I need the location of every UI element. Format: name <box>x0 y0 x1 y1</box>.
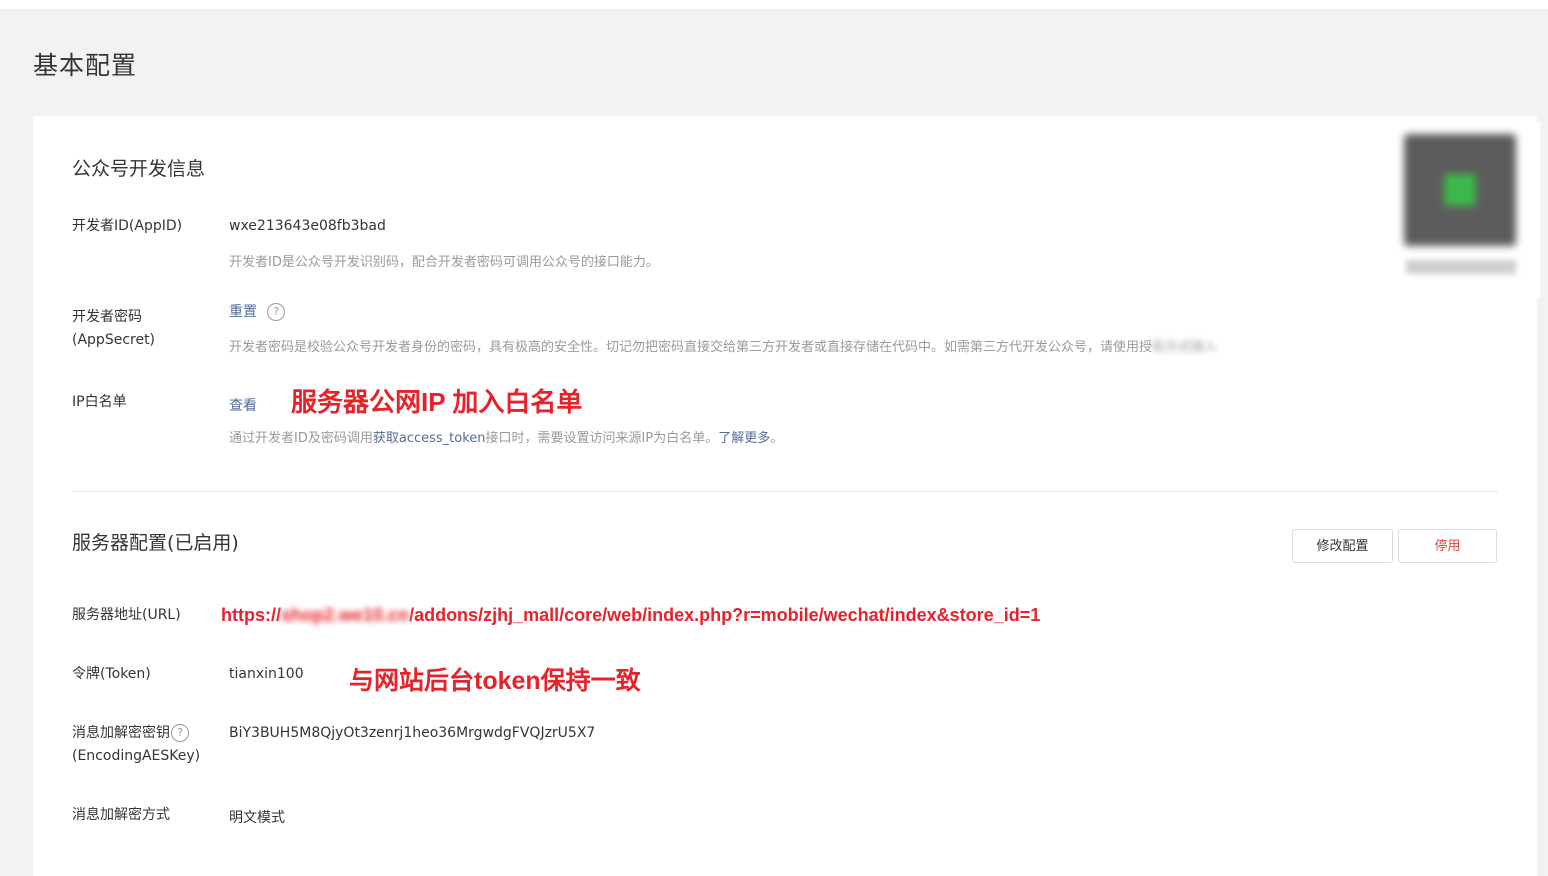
server-url-path: /addons/zjhj_mall/core/web/index.php?r=m… <box>409 605 1041 625</box>
aes-key-label: 消息加解密密钥? (EncodingAESKey) <box>72 722 200 768</box>
aes-key-label-line2: (EncodingAESKey) <box>72 748 201 764</box>
encrypt-mode-label: 消息加解密方式 <box>72 807 170 823</box>
ip-desc-middle: 接口时，需要设置访问来源IP为白名单。 <box>485 431 719 446</box>
top-strip <box>0 0 1548 9</box>
annotation-token: 与网站后台token保持一致 <box>349 667 641 695</box>
aes-key-label-text: 消息加解密密钥 <box>72 725 170 741</box>
ip-whitelist-description: 通过开发者ID及密码调用获取access_token接口时，需要设置访问来源IP… <box>229 427 783 446</box>
modify-config-button[interactable]: 修改配置 <box>1292 529 1393 563</box>
question-mark-icon[interactable]: ? <box>267 303 286 321</box>
token-label: 令牌(Token) <box>72 666 151 682</box>
ip-desc-end: 。 <box>770 431 784 446</box>
ip-whitelist-view-link[interactable]: 查看 <box>229 395 257 415</box>
reset-secret-link[interactable]: 重置 <box>229 304 257 320</box>
appsecret-label-line1: 开发者密码 <box>72 309 142 325</box>
appid-description: 开发者ID是公众号开发识别码，配合开发者密码可调用公众号的接口能力。 <box>229 255 659 270</box>
learn-more-link[interactable]: 了解更多 <box>718 431 770 446</box>
annotation-ip-whitelist: 服务器公网IP 加入白名单 <box>291 387 583 417</box>
appid-label: 开发者ID(AppID) <box>72 218 183 234</box>
appsecret-label-line2: (AppSecret) <box>72 332 156 348</box>
ip-desc-before: 通过开发者ID及密码调用 <box>229 431 373 446</box>
server-url-value: https://shop2.we10.cn/addons/zjhj_mall/c… <box>221 605 1040 626</box>
appsecret-description: 开发者密码是校验公众号开发者身份的密码，具有极高的安全性。切记勿把密码直接交给第… <box>229 336 1217 355</box>
section-title-dev-info: 公众号开发信息 <box>72 158 206 180</box>
disable-button[interactable]: 停用 <box>1398 529 1497 563</box>
qr-code-caption <box>1406 260 1516 274</box>
appsecret-description-blurred: 权方式接入 <box>1152 340 1218 355</box>
qr-code-card <box>1382 122 1540 298</box>
question-mark-icon[interactable]: ? <box>171 724 189 742</box>
appsecret-actions: 重置 ? <box>229 301 286 321</box>
server-url-start: https:// <box>221 605 281 625</box>
server-url-blurred-domain: shop2.we10.cn <box>281 605 410 625</box>
section-divider <box>72 491 1498 492</box>
encrypt-mode-value: 明文模式 <box>229 810 285 826</box>
qr-code-image <box>1404 134 1516 246</box>
appid-value: wxe213643e08fb3bad <box>229 218 386 234</box>
section-title-server-config: 服务器配置(已启用) <box>72 532 239 554</box>
access-token-link[interactable]: 获取access_token <box>373 431 486 446</box>
appsecret-label: 开发者密码 (AppSecret) <box>72 306 155 352</box>
aes-key-label-line1: 消息加解密密钥? <box>72 722 200 745</box>
appsecret-description-text: 开发者密码是校验公众号开发者身份的密码，具有极高的安全性。切记勿把密码直接交给第… <box>229 340 1153 355</box>
server-url-label: 服务器地址(URL) <box>72 607 181 623</box>
ip-whitelist-label: IP白名单 <box>72 394 127 410</box>
aes-key-value: BiY3BUH5M8QjyOt3zenrj1heo36MrgwdgFVQJzrU… <box>229 725 596 741</box>
page-title: 基本配置 <box>33 51 138 80</box>
token-value: tianxin100 <box>229 666 304 682</box>
